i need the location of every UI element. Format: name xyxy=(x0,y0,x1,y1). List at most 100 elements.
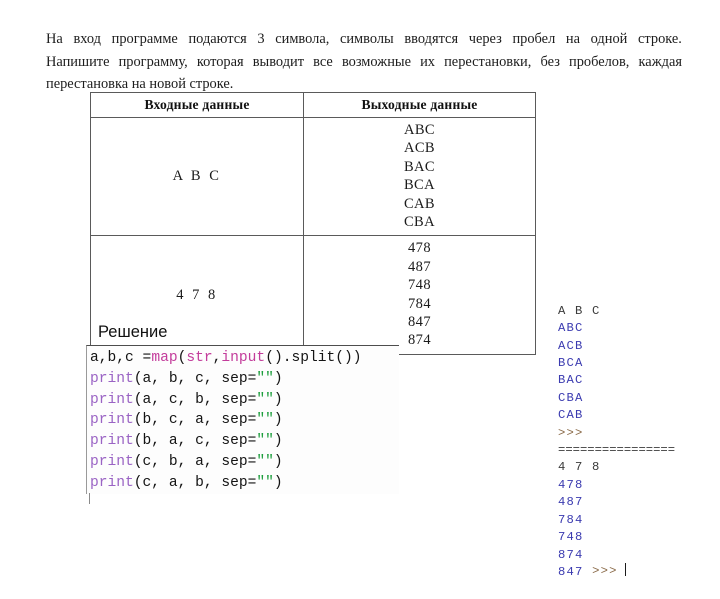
code-text-caret xyxy=(89,493,90,504)
output-line: 478 xyxy=(408,240,431,257)
code-token-string: "" xyxy=(256,474,274,491)
code-token-string: "" xyxy=(256,453,274,470)
statement-word: программу, xyxy=(118,53,188,70)
statement-word: Напишите xyxy=(46,53,110,70)
code-token-string: "" xyxy=(256,370,274,387)
code-token-keyword: print xyxy=(90,474,134,491)
statement-word: возможные xyxy=(341,53,411,70)
shell-line-result: CBA xyxy=(558,390,584,405)
shell-text-caret xyxy=(624,563,627,577)
statement-word: одной xyxy=(590,31,628,47)
shell-line-echo: A B C xyxy=(558,303,601,318)
statement-word: перестановки, xyxy=(444,53,532,70)
output-line: 784 xyxy=(408,295,431,312)
shell-line-echo: 4 7 8 xyxy=(558,460,601,475)
statement-word: все xyxy=(313,53,333,70)
shell-final-prompt: >>> xyxy=(558,546,627,598)
code-token-plain: (c, a, b, sep= xyxy=(133,474,257,491)
statement-word: пробел xyxy=(512,31,556,47)
statement-word: вход xyxy=(73,31,101,47)
task-statement-line-1: На вход программе подаются 3 символа, символы в… xyxy=(46,28,682,51)
shell-line-result: ABC xyxy=(558,321,584,336)
code-token-plain: (b, a, c, sep= xyxy=(133,433,257,450)
code-token-plain: (c, b, a, sep= xyxy=(133,453,257,470)
code-token-builtin: input xyxy=(221,350,266,366)
output-line: 748 xyxy=(408,277,431,294)
statement-word: на xyxy=(565,31,580,47)
output-line: BAC xyxy=(403,158,435,175)
solution-code-block[interactable]: a,b,c =map(str,input().split()) print(a, … xyxy=(86,345,399,494)
statement-word: пробелов, xyxy=(569,53,630,70)
shell-output-panel[interactable]: A B C ABC ACB BCA BAC CBA CAB >>> ==============… xyxy=(558,268,708,599)
statement-word: 3 xyxy=(257,31,265,47)
code-token-keyword: print xyxy=(90,433,134,450)
statement-word: символы xyxy=(339,31,394,47)
shell-line-result: 784 xyxy=(558,512,584,527)
code-token-plain: ) xyxy=(273,453,283,470)
shell-line-result: 478 xyxy=(558,477,584,492)
table-cell-input: A B C xyxy=(90,116,304,237)
statement-word: выводит xyxy=(252,53,305,70)
statement-word: вводятся xyxy=(404,31,459,47)
code-token-plain: ) xyxy=(273,370,283,387)
output-line: CBA xyxy=(403,214,435,231)
statement-word: которая xyxy=(196,53,244,70)
code-token-plain: (b, c, a, sep= xyxy=(133,412,257,429)
statement-word: их xyxy=(420,53,435,70)
code-line: print(a, b, c, sep="") xyxy=(90,369,399,390)
output-line: ACB xyxy=(403,140,435,157)
code-token-string: "" xyxy=(256,433,274,450)
code-token-plain: (a, c, b, sep= xyxy=(133,391,257,408)
output-line: 847 xyxy=(408,314,431,331)
output-line: ABC xyxy=(403,122,435,138)
solution-heading: Решение xyxy=(98,323,168,341)
code-line: print(a, c, b, sep="") xyxy=(90,390,399,411)
code-token-keyword: print xyxy=(90,391,134,408)
code-line: print(c, b, a, sep="") xyxy=(90,452,399,473)
shell-line-result: CAB xyxy=(558,408,584,423)
shell-line-result: ACB xyxy=(558,338,584,353)
table-header-output: Выходные данные xyxy=(303,92,536,118)
output-line: CAB xyxy=(403,195,435,212)
task-statement: На вход программе подаются 3 символа, символы в… xyxy=(46,28,682,96)
code-token-plain: ) xyxy=(273,412,283,429)
statement-word: каждая xyxy=(638,53,682,70)
table-header-input: Входные данные xyxy=(90,92,304,118)
code-token-plain: a,b,c = xyxy=(90,350,152,366)
code-token-builtin: map xyxy=(151,350,178,366)
code-token-keyword: print xyxy=(90,412,134,429)
statement-word: символа, xyxy=(275,31,330,47)
statement-word: программе xyxy=(111,31,178,47)
shell-line-result: 748 xyxy=(558,530,584,545)
table-row: A B C ABC ACB BAC BCA CAB CBA xyxy=(90,116,536,237)
table-cell-output: 478 487 748 784 847 874 xyxy=(303,235,536,355)
code-line: print(b, a, c, sep="") xyxy=(90,431,399,452)
output-line: 487 xyxy=(408,258,431,275)
code-token-plain: ) xyxy=(273,433,283,450)
table-body: A B C ABC ACB BAC BCA CAB CBA 4 7 8 478 … xyxy=(90,116,536,355)
code-token-keyword: print xyxy=(90,370,134,387)
shell-final-prompt-text: >>> xyxy=(592,564,618,579)
code-token-plain: ) xyxy=(273,474,283,491)
statement-word: подаются xyxy=(188,31,247,47)
statement-word: На xyxy=(46,31,63,47)
code-token-plain: (a, b, c, sep= xyxy=(133,370,257,387)
example-table: Входные данные Выходные данные A B C ABC… xyxy=(90,92,536,355)
code-token-builtin: str xyxy=(186,350,213,366)
shell-line-rule: ================ xyxy=(558,443,676,458)
shell-line-result: 487 xyxy=(558,495,584,510)
table-cell-output: ABC ACB BAC BCA CAB CBA xyxy=(303,116,536,237)
table-header-row: Входные данные Выходные данные xyxy=(90,92,536,118)
code-line: print(b, c, a, sep="") xyxy=(90,410,399,431)
statement-word: через xyxy=(468,31,502,47)
shell-line-result: BCA xyxy=(558,356,584,371)
shell-line-result: BAC xyxy=(558,373,584,388)
shell-line-prompt: >>> xyxy=(558,425,584,440)
task-statement-line-2: Напишите программу, которая выводит все возмо… xyxy=(46,51,682,74)
code-line: print(c, a, b, sep="") xyxy=(90,473,399,494)
code-token-string: "" xyxy=(256,391,274,408)
code-token-keyword: print xyxy=(90,453,134,470)
code-line: a,b,c =map(str,input().split()) xyxy=(90,348,399,369)
statement-word: без xyxy=(540,53,560,70)
code-token-plain: ().split()) xyxy=(265,350,362,366)
